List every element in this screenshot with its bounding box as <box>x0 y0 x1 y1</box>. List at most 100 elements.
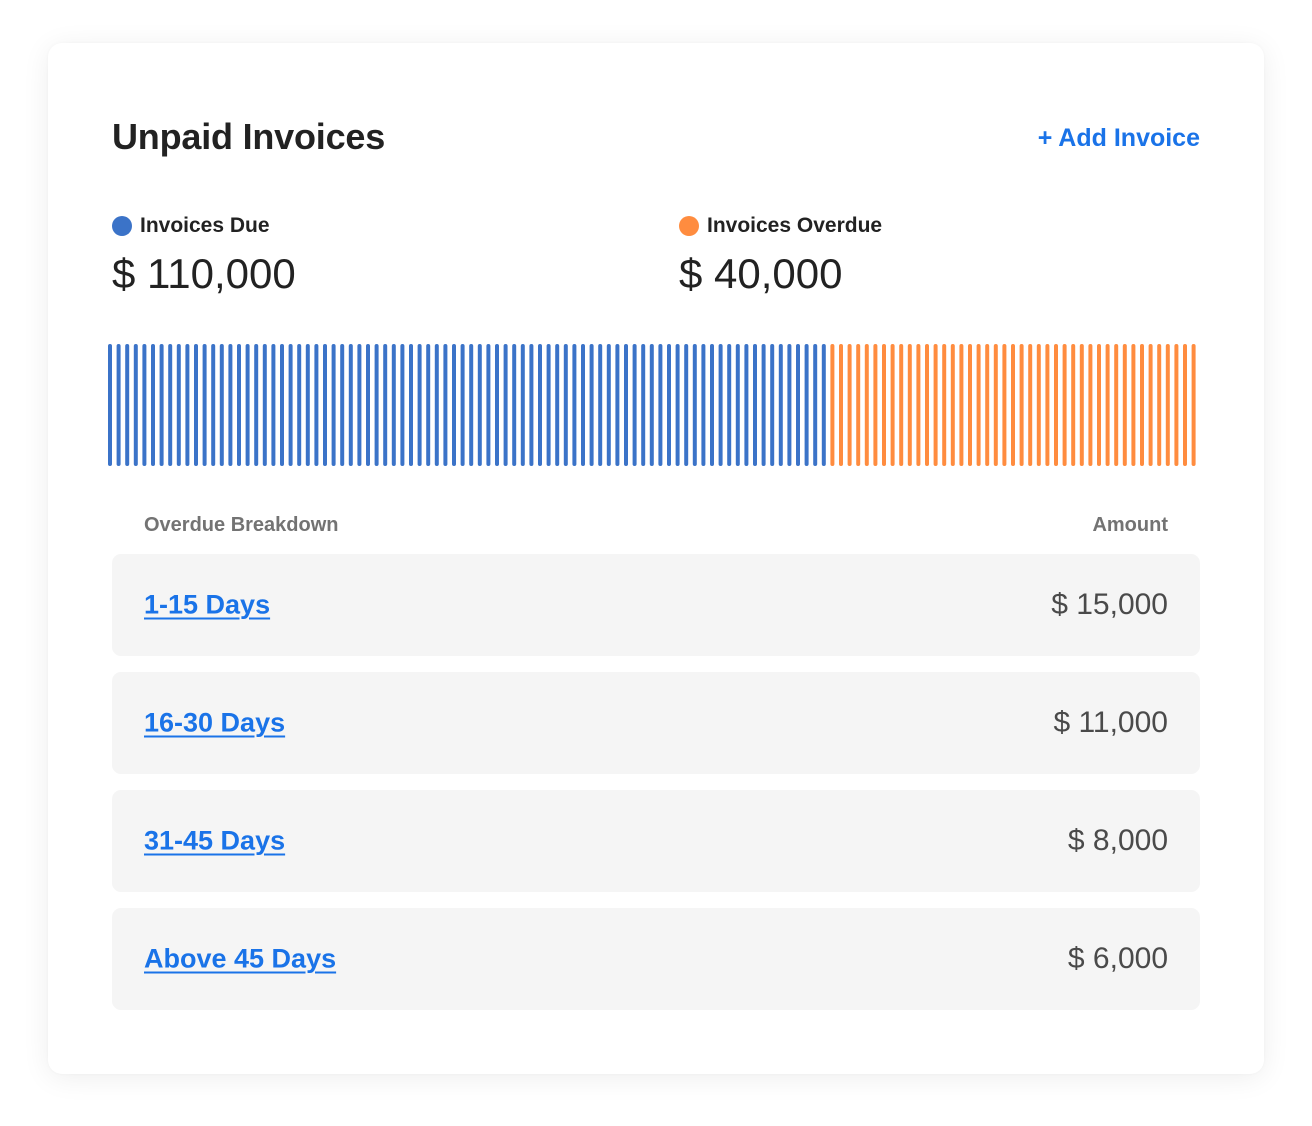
due-stripe <box>718 344 723 466</box>
invoices-due-summary: Invoices Due $ 110,000 <box>112 211 296 299</box>
due-stripe <box>228 344 233 466</box>
overdue-stripe <box>1036 344 1041 466</box>
overdue-stripe <box>1191 344 1196 466</box>
due-stripe <box>194 344 198 466</box>
breakdown-row-16-30-days: 16-30 Days $ 11,000 <box>112 672 1200 774</box>
due-stripe <box>452 344 456 466</box>
due-stripe <box>357 344 362 466</box>
due-stripe <box>495 344 499 466</box>
overdue-stripe <box>907 344 912 466</box>
due-stripe <box>271 344 276 466</box>
overdue-stripe <box>976 344 981 466</box>
due-stripe <box>555 344 560 466</box>
due-stripe <box>159 344 164 466</box>
due-stripe <box>761 344 766 466</box>
breakdown-row-above-45-days: Above 45 Days $ 6,000 <box>112 908 1200 1010</box>
overdue-stripe <box>1165 344 1170 466</box>
due-stripe <box>735 344 740 466</box>
due-stripe <box>202 344 207 466</box>
amount-column-header: Amount <box>1092 514 1168 536</box>
due-stripe <box>813 344 818 466</box>
due-stripe <box>753 344 757 466</box>
overdue-stripe <box>993 344 998 466</box>
overdue-stripe <box>1148 344 1153 466</box>
due-stripe <box>486 344 491 466</box>
overdue-stripe <box>830 344 835 466</box>
due-stripe <box>211 344 216 466</box>
due-stripe <box>710 344 714 466</box>
unpaid-invoices-card: Unpaid Invoices + Add Invoice Invoices D… <box>48 43 1264 1074</box>
due-stripe <box>778 344 783 466</box>
overdue-stripe <box>1062 344 1067 466</box>
due-stripe <box>684 344 689 466</box>
due-stripe <box>142 344 147 466</box>
overdue-stripe <box>1071 344 1076 466</box>
overdue-stripe <box>873 344 878 466</box>
overdue-stripe <box>916 344 921 466</box>
card-title: Unpaid Invoices <box>112 116 386 157</box>
due-stripe <box>804 344 809 466</box>
due-stripe <box>340 344 345 466</box>
overdue-stripe <box>1122 344 1127 466</box>
due-stripe <box>219 344 224 466</box>
due-stripe <box>649 344 654 466</box>
overdue-stripe <box>1183 344 1187 466</box>
row-link-31-45-days[interactable]: 31-45 Days <box>144 826 285 857</box>
due-stripe <box>529 344 534 466</box>
due-stripe <box>744 344 749 466</box>
due-stripe <box>366 344 370 466</box>
due-stripe <box>675 344 680 466</box>
overdue-stripe <box>1079 344 1084 466</box>
due-stripe <box>288 344 293 466</box>
due-stripe <box>563 344 568 466</box>
due-stripe <box>572 344 577 466</box>
due-stripe <box>787 344 792 466</box>
due-stripe <box>796 344 800 466</box>
due-stripe <box>434 344 439 466</box>
overdue-stripe <box>1157 344 1162 466</box>
due-stripe <box>417 344 422 466</box>
row-link-16-30-days[interactable]: 16-30 Days <box>144 708 285 739</box>
row-amount-31-45-days: $ 8,000 <box>1067 824 1168 857</box>
due-stripe <box>632 344 637 466</box>
due-stripe <box>116 344 121 466</box>
invoices-overdue-label: Invoices Overdue <box>707 214 883 237</box>
due-stripe <box>469 344 474 466</box>
due-stripe <box>245 344 250 466</box>
overdue-stripe <box>933 344 938 466</box>
overdue-stripe <box>882 344 886 466</box>
overdue-stripe <box>925 344 929 466</box>
due-stripe <box>108 344 112 466</box>
due-stripe <box>391 344 396 466</box>
row-link-above-45-days[interactable]: Above 45 Days <box>144 944 336 975</box>
overdue-stripe <box>1114 344 1119 466</box>
due-stripe <box>400 344 405 466</box>
due-stripe <box>185 344 190 466</box>
breakdown-row-1-15-days: 1-15 Days $ 15,000 <box>112 554 1200 656</box>
due-stripe <box>641 344 646 466</box>
due-stripe <box>125 344 130 466</box>
due-stripe <box>280 344 284 466</box>
row-amount-16-30-days: $ 11,000 <box>1053 706 1168 739</box>
overdue-stripe <box>847 344 852 466</box>
overdue-stripe <box>839 344 843 466</box>
add-invoice-button[interactable]: + Add Invoice <box>1038 121 1200 155</box>
due-stripe <box>426 344 431 466</box>
overdue-stripe <box>856 344 861 466</box>
due-stripe <box>443 344 448 466</box>
invoices-due-value: $ 110,000 <box>112 250 296 297</box>
invoices-overdue-summary: Invoices Overdue $ 40,000 <box>679 211 882 299</box>
overdue-stripe <box>864 344 869 466</box>
overdue-stripe <box>1097 344 1101 466</box>
breakdown-row-31-45-days: 31-45 Days $ 8,000 <box>112 790 1200 892</box>
breakdown-column-header: Overdue Breakdown <box>144 514 339 536</box>
due-stripe <box>667 344 671 466</box>
row-link-1-15-days[interactable]: 1-15 Days <box>144 590 270 621</box>
due-stripe <box>314 344 319 466</box>
overdue-stripe <box>1174 344 1179 466</box>
due-stripe <box>701 344 706 466</box>
row-amount-1-15-days: $ 15,000 <box>1051 588 1168 621</box>
overdue-stripe <box>890 344 895 466</box>
overdue-stripe <box>1002 344 1007 466</box>
overdue-stripe <box>1105 344 1110 466</box>
